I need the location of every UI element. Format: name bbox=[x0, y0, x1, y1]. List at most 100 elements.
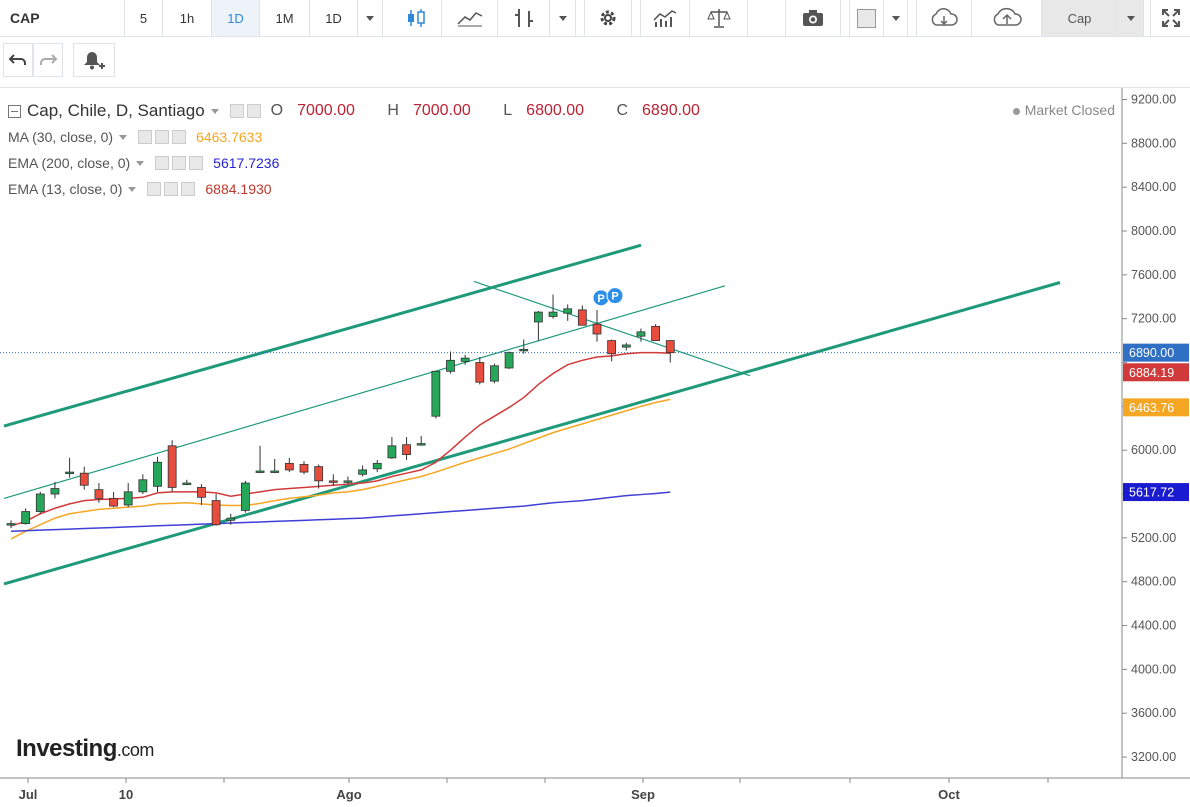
undo-button[interactable] bbox=[3, 43, 33, 77]
compare-dropdown[interactable] bbox=[1118, 0, 1144, 36]
fullscreen-button[interactable] bbox=[1150, 0, 1190, 36]
chart-type-dropdown[interactable] bbox=[550, 0, 576, 36]
price-label-text: 5617.72 bbox=[1129, 486, 1174, 500]
price-label-text: 6463.76 bbox=[1129, 401, 1174, 415]
interval-1h[interactable]: 1h bbox=[163, 0, 212, 36]
interval-1d[interactable]: 1D bbox=[212, 0, 260, 36]
legend-ema200: EMA (200, close, 0) 5617.7236 bbox=[8, 155, 279, 171]
settings-button[interactable] bbox=[584, 0, 632, 36]
candle-body bbox=[79, 472, 89, 486]
redo-button[interactable] bbox=[33, 43, 63, 77]
pivot-marker-label: P bbox=[611, 291, 618, 303]
chevron-down-icon[interactable] bbox=[210, 108, 219, 114]
save-chart-button[interactable] bbox=[972, 0, 1042, 36]
open-value: 7000.00 bbox=[297, 102, 355, 119]
y-tick-label: 3200.00 bbox=[1131, 750, 1176, 764]
candle-body bbox=[255, 470, 265, 473]
x-tick-label: Jul bbox=[19, 787, 38, 802]
y-tick-label: 4400.00 bbox=[1131, 619, 1176, 633]
area-chart-button[interactable] bbox=[442, 0, 498, 36]
chevron-down-icon bbox=[366, 15, 374, 21]
visibility-icon[interactable] bbox=[147, 182, 162, 196]
symbol-search[interactable]: CAP bbox=[0, 0, 125, 36]
candles-button[interactable] bbox=[391, 0, 442, 36]
visibility-icon[interactable] bbox=[155, 156, 170, 170]
close-icon[interactable] bbox=[181, 182, 196, 196]
y-tick-label: 8400.00 bbox=[1131, 180, 1176, 194]
legend-ma30: MA (30, close, 0) 6463.7633 bbox=[8, 129, 262, 145]
load-chart-button[interactable] bbox=[916, 0, 972, 36]
fullscreen-icon bbox=[1161, 9, 1180, 27]
candle-body bbox=[387, 445, 397, 459]
visibility-icon[interactable] bbox=[138, 130, 153, 144]
ema200-line bbox=[10, 491, 671, 533]
candle-body bbox=[636, 331, 646, 337]
x-tick-label: Sep bbox=[631, 787, 655, 802]
close-value: 6890.00 bbox=[642, 102, 700, 119]
bar-chart-button[interactable] bbox=[498, 0, 550, 36]
candle-body bbox=[372, 462, 382, 470]
candle-body bbox=[504, 352, 514, 369]
ema13-label: EMA (13, close, 0) bbox=[8, 181, 123, 197]
low-value: 6800.00 bbox=[526, 102, 585, 119]
candle-body bbox=[621, 344, 631, 348]
ema200-label: EMA (200, close, 0) bbox=[8, 155, 131, 171]
chevron-down-icon[interactable] bbox=[128, 186, 137, 192]
legend-main: Cap, Chile, D, Santiago O 7000.00 H 7000.0… bbox=[8, 101, 728, 121]
interval-dropdown-button[interactable] bbox=[358, 0, 383, 36]
undo-icon bbox=[8, 54, 26, 65]
y-tick-label: 9200.00 bbox=[1131, 92, 1176, 106]
candle-body bbox=[446, 359, 455, 372]
candle-body bbox=[519, 348, 529, 352]
interval-1m[interactable]: 1M bbox=[260, 0, 310, 36]
interval-5m[interactable]: 5 bbox=[125, 0, 163, 36]
gear-icon[interactable] bbox=[172, 156, 187, 170]
candle-body bbox=[328, 480, 338, 483]
indicators-button[interactable] bbox=[640, 0, 690, 36]
redo-icon bbox=[40, 54, 58, 65]
candle-body bbox=[138, 479, 148, 493]
x-tick-label: Oct bbox=[938, 787, 960, 802]
interval-dropdown-value[interactable]: 1D bbox=[310, 0, 358, 36]
screenshot-button[interactable] bbox=[785, 0, 841, 36]
candle-body bbox=[431, 370, 441, 417]
compare-button[interactable] bbox=[690, 0, 748, 36]
y-tick-label: 3600.00 bbox=[1131, 706, 1176, 720]
secondary-toolbar bbox=[0, 37, 1190, 88]
candle-body bbox=[94, 489, 104, 499]
candle-body bbox=[490, 365, 499, 382]
candle-body bbox=[665, 340, 675, 354]
y-tick-label: 8800.00 bbox=[1131, 136, 1176, 150]
gear-icon[interactable] bbox=[246, 104, 261, 118]
cloud-download-icon bbox=[931, 8, 958, 26]
channel-lower-line bbox=[3, 281, 1061, 586]
chevron-down-icon[interactable] bbox=[136, 160, 145, 166]
gear-icon[interactable] bbox=[164, 182, 179, 196]
bar-chart-icon bbox=[514, 9, 533, 27]
visibility-icon[interactable] bbox=[229, 104, 244, 118]
candle-body bbox=[460, 357, 470, 362]
color-dropdown[interactable] bbox=[884, 0, 908, 36]
collapse-legend-icon[interactable] bbox=[8, 104, 21, 118]
compare-symbol[interactable]: Cap bbox=[1042, 0, 1118, 36]
chevron-down-icon[interactable] bbox=[119, 134, 128, 140]
candle-body bbox=[35, 493, 45, 512]
open-label: O bbox=[270, 102, 284, 119]
candles-icon bbox=[408, 9, 425, 27]
x-tick-label: Ago bbox=[336, 787, 361, 802]
candle-body bbox=[182, 482, 192, 485]
high-label: H bbox=[387, 102, 399, 119]
gear-icon[interactable] bbox=[155, 130, 170, 144]
ma30-value: 6463.7633 bbox=[196, 129, 263, 145]
legend-ema13: EMA (13, close, 0) 6884.1930 bbox=[8, 181, 272, 197]
chevron-down-icon bbox=[558, 15, 567, 21]
low-label: L bbox=[503, 102, 513, 119]
close-icon[interactable] bbox=[172, 130, 187, 144]
color-picker-button[interactable] bbox=[849, 0, 884, 36]
top-toolbar: CAP 5 1h 1D 1M 1D Cap bbox=[0, 0, 1190, 37]
candle-body bbox=[534, 311, 543, 323]
close-icon[interactable] bbox=[189, 156, 204, 170]
candle-body bbox=[548, 311, 558, 317]
cloud-upload-icon bbox=[993, 7, 1022, 26]
add-alert-button[interactable] bbox=[73, 43, 115, 77]
